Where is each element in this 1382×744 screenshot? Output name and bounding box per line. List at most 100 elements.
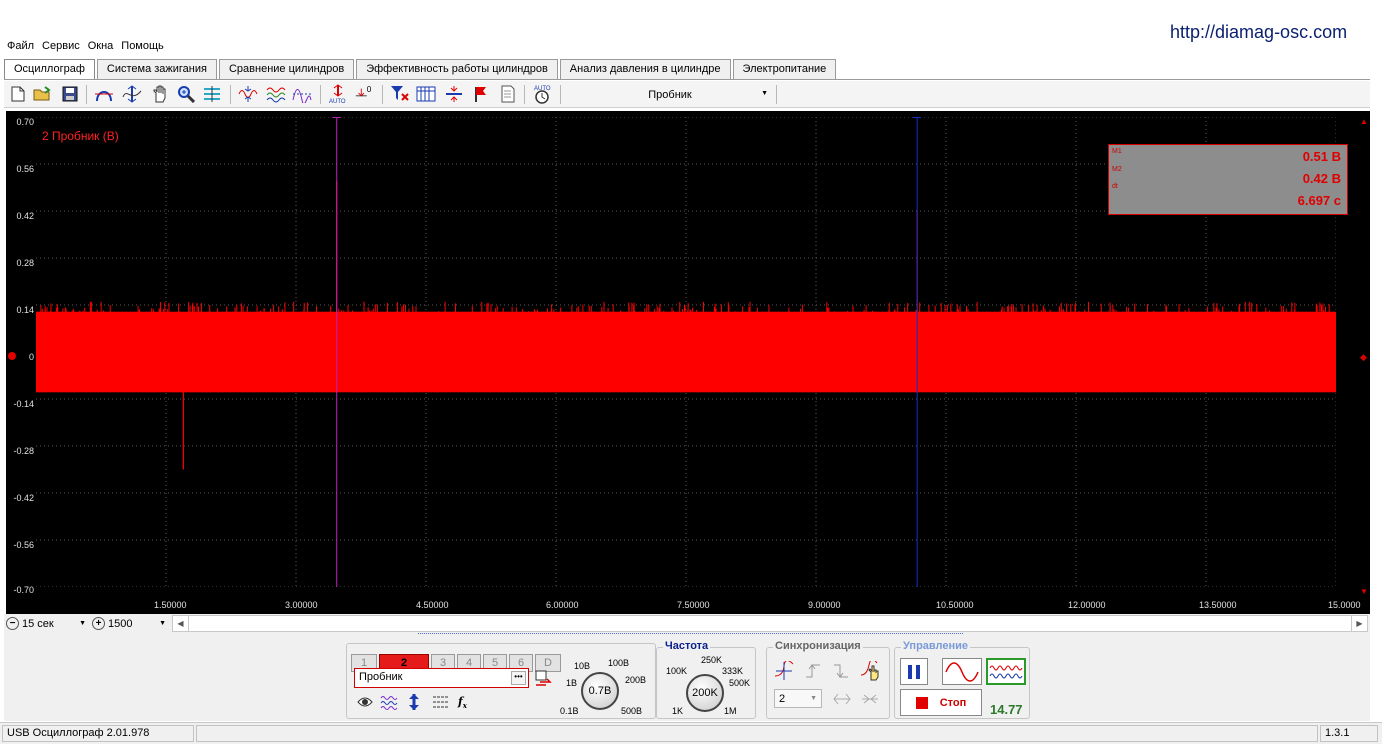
y-tick-label: -0.28 (13, 446, 34, 456)
wave-compare-icon[interactable] (292, 84, 312, 104)
scroll-down-arrow-icon[interactable]: ▼ (1360, 587, 1368, 596)
hand-pan-icon[interactable] (150, 84, 170, 104)
grid-view-icon[interactable] (202, 84, 222, 104)
notes-icon[interactable] (498, 84, 518, 104)
sine-wave-icon (945, 661, 979, 682)
x-tick-label: 7.50000 (677, 600, 710, 610)
menu-service[interactable]: Сервис (41, 40, 81, 56)
zoom-in-icon[interactable]: + (92, 617, 105, 630)
chevron-down-icon: ▼ (79, 620, 86, 627)
voltage-scale-label: 200В (625, 675, 647, 685)
eye-icon[interactable] (356, 696, 374, 711)
swap-probe-icon[interactable] (534, 669, 552, 687)
tab-divider (4, 79, 1370, 80)
scroll-up-arrow-icon[interactable]: ▲ (1360, 117, 1368, 126)
scroll-left-icon[interactable]: ◀ (173, 616, 189, 631)
y-tick-label: -0.56 (13, 540, 34, 550)
measure-label: dt (1112, 183, 1118, 190)
trigger-rising-icon[interactable] (774, 660, 794, 681)
probe-dropdown[interactable]: Пробник ▼ (566, 84, 774, 105)
points-combo[interactable]: + 1500 ▼ (92, 615, 168, 632)
chevron-down-icon: ▼ (810, 695, 817, 702)
x-tick-label: 4.50000 (416, 600, 449, 610)
sync-channel-select[interactable]: 2 ▼ (774, 689, 822, 708)
trigger-up-edge-icon[interactable] (804, 661, 824, 681)
menu-windows[interactable]: Окна (87, 40, 115, 56)
sync-expand-icon[interactable] (832, 689, 852, 709)
menu-file[interactable]: Файл (6, 40, 35, 56)
y-tick-label: 0.28 (16, 258, 34, 268)
voltage-knob[interactable]: 0.7В (581, 672, 619, 710)
auto-trigger-icon[interactable]: AUTO (532, 84, 552, 104)
multi-wave-icon[interactable] (266, 84, 286, 104)
line-style-icon[interactable] (432, 694, 452, 713)
tab-cylinder-efficiency[interactable]: Эффективность работы цилиндров (356, 59, 558, 79)
cursor-horizontal-icon[interactable] (94, 84, 114, 104)
voltage-knob-value: 0.7В (588, 685, 612, 697)
frequency-scale-label: 333K (722, 666, 744, 676)
y-tick-label: 0.14 (16, 305, 34, 315)
measure-value: 6.697 с (1297, 193, 1341, 208)
vertical-offset-icon[interactable] (406, 693, 426, 714)
more-options-button[interactable]: ••• (511, 671, 526, 685)
zero-level-marker-right[interactable]: ◆ (1360, 352, 1367, 363)
control-panel: 1 2 3 4 5 6 D Пробник ••• fx 0.7В 10В 10… (4, 633, 1370, 721)
expand-waves-icon[interactable] (238, 84, 258, 104)
open-folder-icon[interactable] (32, 84, 52, 104)
stop-button[interactable]: Стоп (900, 689, 982, 716)
probe-name-value: Пробник (359, 671, 403, 683)
oscilloscope-display[interactable]: 0.70 0.56 0.42 0.28 0.14 0 -0.14 -0.28 -… (6, 111, 1370, 614)
marker-flag-icon[interactable] (470, 84, 490, 104)
voltage-scale-label: 10В (574, 661, 591, 671)
toolbar-separator (560, 85, 561, 104)
status-bar: USB Осциллограф 2.01.978 1.3.1 (0, 722, 1382, 744)
tab-pressure-analysis[interactable]: Анализ давления в цилиндре (559, 59, 731, 79)
chevron-down-icon: ▼ (159, 620, 166, 627)
filter-icon[interactable] (390, 84, 410, 104)
function-icon[interactable]: fx (458, 695, 478, 710)
horizontal-scrollbar[interactable]: ◀ ▶ (172, 615, 1368, 632)
zero-level-marker-left[interactable] (8, 352, 16, 360)
points-value: 1500 (108, 617, 133, 630)
cursor-vertical-icon[interactable] (122, 84, 142, 104)
zero-offset-icon[interactable]: 0 (354, 84, 374, 104)
trigger-hand-icon[interactable] (860, 659, 882, 681)
timebase-combo[interactable]: − 15 сек ▼ (6, 615, 88, 632)
voltage-scale-label: 500В (621, 706, 643, 716)
frequency-scale-label: 1K (672, 706, 684, 716)
frequency-knob-value: 200K (692, 687, 718, 699)
toolbar-separator (524, 85, 525, 104)
y-tick-label: 0.56 (16, 164, 34, 174)
svg-text:AUTO: AUTO (329, 99, 346, 104)
split-icon[interactable] (444, 84, 464, 104)
tab-cylinder-compare[interactable]: Сравнение цилиндров (218, 59, 355, 79)
toolbar-separator (776, 85, 777, 104)
zoom-icon[interactable] (176, 84, 196, 104)
trigger-down-edge-icon[interactable] (832, 661, 852, 681)
frequency-knob[interactable]: 200K (686, 674, 724, 712)
tab-ignition-system[interactable]: Система зажигания (96, 59, 217, 79)
sync-title: Синхронизация (773, 640, 863, 652)
table-icon[interactable] (416, 84, 436, 104)
panel-splitter[interactable] (418, 633, 963, 638)
wave-multi-icon[interactable] (380, 694, 400, 713)
pause-button[interactable] (900, 658, 928, 685)
zoom-out-icon[interactable]: − (6, 617, 19, 630)
save-icon[interactable] (60, 84, 80, 104)
tab-oscilloscope[interactable]: Осциллограф (4, 59, 95, 80)
continuous-sweep-button[interactable] (986, 658, 1026, 685)
single-sweep-button[interactable] (942, 658, 982, 685)
y-tick-label: 0.70 (16, 117, 34, 127)
auto-scale-icon[interactable]: AUTO (328, 84, 348, 104)
menu-help[interactable]: Помощь (120, 40, 165, 56)
pause-icon (908, 664, 920, 679)
tab-power-supply[interactable]: Электропитание (732, 59, 837, 79)
frequency-scale-label: 500K (729, 678, 751, 688)
sync-collapse-icon[interactable] (860, 689, 880, 709)
y-tick-label: -0.42 (13, 493, 34, 503)
toolbar-separator (320, 85, 321, 104)
scroll-right-icon[interactable]: ▶ (1351, 616, 1367, 631)
new-file-icon[interactable] (8, 84, 28, 104)
chevron-down-icon: ▼ (761, 90, 768, 97)
probe-name-field[interactable]: Пробник ••• (354, 668, 529, 688)
